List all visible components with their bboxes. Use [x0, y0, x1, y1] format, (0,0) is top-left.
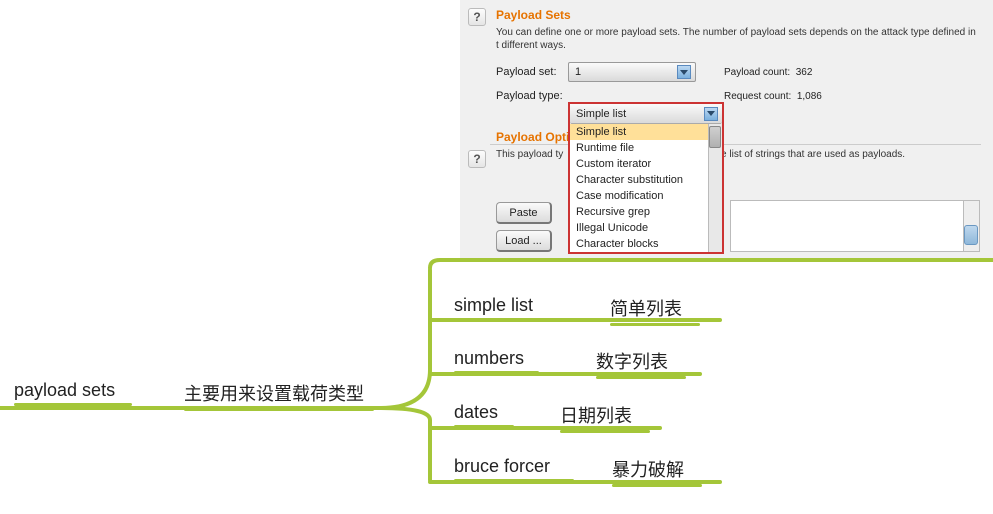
chevron-down-icon [704, 107, 718, 121]
request-count-stat: Request count: 1,086 [724, 91, 822, 102]
note-bruteforcer-zh: 暴力破解 [612, 456, 702, 487]
load-button[interactable]: Load ... [496, 230, 552, 252]
dropdown-item[interactable]: Simple list [570, 124, 722, 140]
payload-type-value: Simple list [576, 108, 626, 120]
scrollbar[interactable] [963, 201, 979, 251]
note-payload-sets: payload sets [14, 380, 132, 406]
note-simple-list-en: simple list [454, 295, 562, 321]
note-bruteforcer-en: bruce forcer [454, 456, 574, 482]
scrollbar-thumb[interactable] [709, 126, 721, 148]
payload-type-label: Payload type: [496, 90, 568, 102]
scrollbar[interactable] [708, 124, 722, 252]
payload-type-dropdown[interactable]: Simple list Simple list Runtime file Cus… [568, 102, 724, 254]
note-numbers-zh: 数字列表 [596, 348, 686, 379]
note-desc: 主要用来设置载荷类型 [184, 380, 374, 411]
dropdown-item[interactable]: Case modification [570, 188, 722, 204]
payload-count-stat: Payload count: 362 [724, 67, 812, 78]
payload-sets-title: Payload Sets [496, 8, 981, 22]
dropdown-item[interactable]: Recursive grep [570, 204, 722, 220]
chevron-down-icon [677, 65, 691, 79]
dropdown-item[interactable]: Character blocks [570, 236, 722, 252]
note-dates-zh: 日期列表 [560, 402, 650, 433]
payload-listbox[interactable] [730, 200, 980, 252]
dropdown-list[interactable]: Simple list Runtime file Custom iterator… [570, 124, 722, 252]
note-dates-en: dates [454, 402, 514, 428]
dropdown-item[interactable]: Illegal Unicode [570, 220, 722, 236]
payload-sets-panel: ? ? Payload Sets You can define one or m… [460, 0, 993, 260]
note-numbers-en: numbers [454, 348, 539, 374]
payload-sets-desc: You can define one or more payload sets.… [496, 26, 981, 52]
dropdown-item[interactable]: Custom iterator [570, 156, 722, 172]
scrollbar-thumb[interactable] [964, 225, 978, 245]
payload-set-value: 1 [575, 66, 581, 78]
payload-type-combo[interactable]: Simple list [570, 104, 722, 124]
payload-set-label: Payload set: [496, 66, 568, 78]
paste-button[interactable]: Paste [496, 202, 552, 224]
payload-set-combo[interactable]: 1 [568, 62, 696, 82]
note-simple-list-zh: 简单列表 [610, 295, 700, 326]
dropdown-item[interactable]: Runtime file [570, 140, 722, 156]
dropdown-item[interactable]: Character substitution [570, 172, 722, 188]
